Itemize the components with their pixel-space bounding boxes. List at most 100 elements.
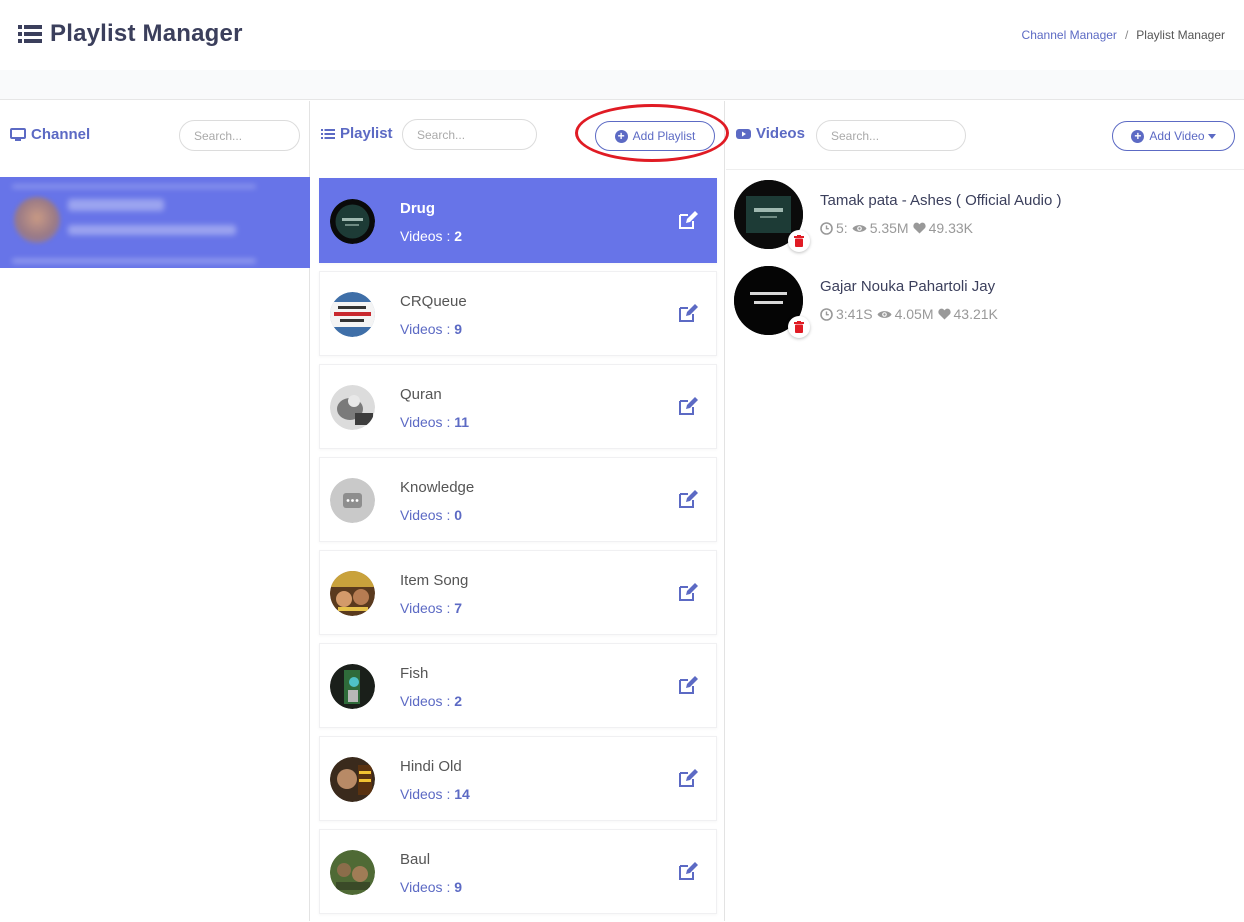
video-stats: 5: 5.35M 49.33K xyxy=(820,220,977,236)
playlist-name: Baul xyxy=(400,851,431,868)
edit-icon[interactable] xyxy=(678,210,698,230)
playlist-item[interactable]: Baul Videos : 9 xyxy=(319,829,717,914)
plus-circle-icon: + xyxy=(614,129,628,143)
playlist-video-count: Videos : 14 xyxy=(400,786,470,802)
playlist-item[interactable]: Fish Videos : 2 xyxy=(319,643,717,728)
playlist-thumbnail xyxy=(330,850,375,895)
video-title: Gajar Nouka Pahartoli Jay xyxy=(820,278,996,295)
videos-search-input[interactable] xyxy=(816,120,966,151)
playlist-video-count: Videos : 9 xyxy=(400,879,463,895)
video-likes: 43.21K xyxy=(953,306,998,322)
playlist-video-count: Videos : 11 xyxy=(400,414,470,430)
add-video-dropdown-button[interactable]: + Add Video xyxy=(1112,121,1235,151)
playlist-panel: Playlist + Add Playlist Drug Videos : 2 … xyxy=(311,101,725,921)
edit-icon[interactable] xyxy=(678,768,698,788)
playlist-video-count: Videos : 2 xyxy=(400,228,463,244)
divider xyxy=(726,169,1244,170)
video-views: 5.35M xyxy=(869,220,909,236)
playlist-thumbnail xyxy=(330,385,375,430)
playlist-item[interactable]: Quran Videos : 11 xyxy=(319,364,717,449)
playlist-name: Drug xyxy=(400,200,435,217)
video-title: Tamak pata - Ashes ( Official Audio ) xyxy=(820,192,1062,209)
playlist-video-count: Videos : 2 xyxy=(400,693,463,709)
playlist-heading: Playlist xyxy=(321,125,393,142)
monitor-icon xyxy=(10,127,26,141)
edit-icon[interactable] xyxy=(678,303,698,323)
playlist-item[interactable]: Hindi Old Videos : 14 xyxy=(319,736,717,821)
heart-icon xyxy=(912,222,926,234)
edit-icon[interactable] xyxy=(678,489,698,509)
playlist-thumbnail xyxy=(330,664,375,709)
channel-avatar xyxy=(14,197,60,243)
playlist-video-count: Videos : 0 xyxy=(400,507,463,523)
playlist-thumbnail xyxy=(330,292,375,337)
page-title-group: Playlist Manager xyxy=(18,20,243,48)
playlist-name: Quran xyxy=(400,386,442,403)
playlist-item[interactable]: CRQueue Videos : 9 xyxy=(319,271,717,356)
video-views: 4.05M xyxy=(894,306,934,322)
playlist-panel-header: Playlist + Add Playlist xyxy=(311,101,724,169)
breadcrumb: Channel Manager / Playlist Manager xyxy=(1022,28,1225,42)
channel-heading: Channel xyxy=(10,126,90,143)
breadcrumb-link-channel-manager[interactable]: Channel Manager xyxy=(1022,28,1117,42)
video-list-item[interactable]: Tamak pata - Ashes ( Official Audio ) 5:… xyxy=(734,180,1234,260)
playlist-name: Item Song xyxy=(400,572,469,589)
video-duration: 3:41S xyxy=(836,306,873,322)
clock-icon xyxy=(820,307,833,321)
videos-panel-header: Videos + Add Video xyxy=(726,101,1244,169)
playlist-video-count: Videos : 7 xyxy=(400,600,463,616)
playlist-name: Fish xyxy=(400,665,429,682)
playlist-thumbnail xyxy=(330,757,375,802)
playlist-search-input[interactable] xyxy=(402,119,537,150)
playlist-item[interactable]: Drug Videos : 2 xyxy=(319,178,717,263)
videos-heading: Videos xyxy=(736,125,805,142)
add-playlist-button[interactable]: + Add Playlist xyxy=(595,121,715,151)
clock-icon xyxy=(820,221,833,235)
delete-video-button[interactable] xyxy=(788,316,810,338)
channel-panel: Channel xyxy=(0,101,310,921)
chevron-down-icon xyxy=(1207,133,1216,139)
playlist-name: CRQueue xyxy=(400,293,467,310)
playlist-thumbnail xyxy=(330,199,375,244)
list-icon xyxy=(18,25,42,43)
breadcrumb-current: Playlist Manager xyxy=(1136,28,1225,42)
playlist-name: Knowledge xyxy=(400,479,475,496)
playlist-list: Drug Videos : 2 CRQueue Videos : 9 Quran… xyxy=(319,178,717,922)
header-spacer xyxy=(0,70,1244,100)
breadcrumb-separator: / xyxy=(1124,28,1129,42)
channel-list-item[interactable] xyxy=(0,177,310,268)
playlist-item[interactable]: Item Song Videos : 7 xyxy=(319,550,717,635)
channel-search-input[interactable] xyxy=(179,120,300,151)
video-stats: 3:41S 4.05M 43.21K xyxy=(820,306,1002,322)
eye-icon xyxy=(852,224,867,232)
channel-label: Channel xyxy=(31,126,91,143)
edit-icon[interactable] xyxy=(678,675,698,695)
heart-icon xyxy=(937,308,951,320)
videos-label: Videos xyxy=(756,125,805,142)
trash-icon xyxy=(794,235,804,247)
channel-panel-header: Channel xyxy=(0,101,309,169)
playlist-video-count: Videos : 9 xyxy=(400,321,463,337)
video-likes: 49.33K xyxy=(928,220,973,236)
add-playlist-label: Add Playlist xyxy=(632,129,696,143)
playlist-name: Hindi Old xyxy=(400,758,462,775)
videos-panel: Videos + Add Video Tamak pata - Ashes ( … xyxy=(726,101,1244,921)
trash-icon xyxy=(794,321,804,333)
playlist-label: Playlist xyxy=(340,125,393,142)
eye-icon xyxy=(877,310,892,318)
edit-icon[interactable] xyxy=(678,396,698,416)
list-icon xyxy=(321,128,335,139)
playlist-thumbnail xyxy=(330,571,375,616)
edit-icon[interactable] xyxy=(678,861,698,881)
top-bar: Playlist Manager Channel Manager / Playl… xyxy=(0,0,1244,70)
video-list-item[interactable]: Gajar Nouka Pahartoli Jay 3:41S 4.05M 43… xyxy=(734,266,1234,346)
playlist-thumbnail xyxy=(330,478,375,523)
video-duration: 5: xyxy=(836,220,848,236)
page-title: Playlist Manager xyxy=(50,20,243,47)
plus-circle-icon: + xyxy=(1131,129,1145,143)
add-video-label: Add Video xyxy=(1149,129,1205,143)
delete-video-button[interactable] xyxy=(788,230,810,252)
edit-icon[interactable] xyxy=(678,582,698,602)
playlist-item[interactable]: Knowledge Videos : 0 xyxy=(319,457,717,542)
play-icon xyxy=(736,128,751,139)
